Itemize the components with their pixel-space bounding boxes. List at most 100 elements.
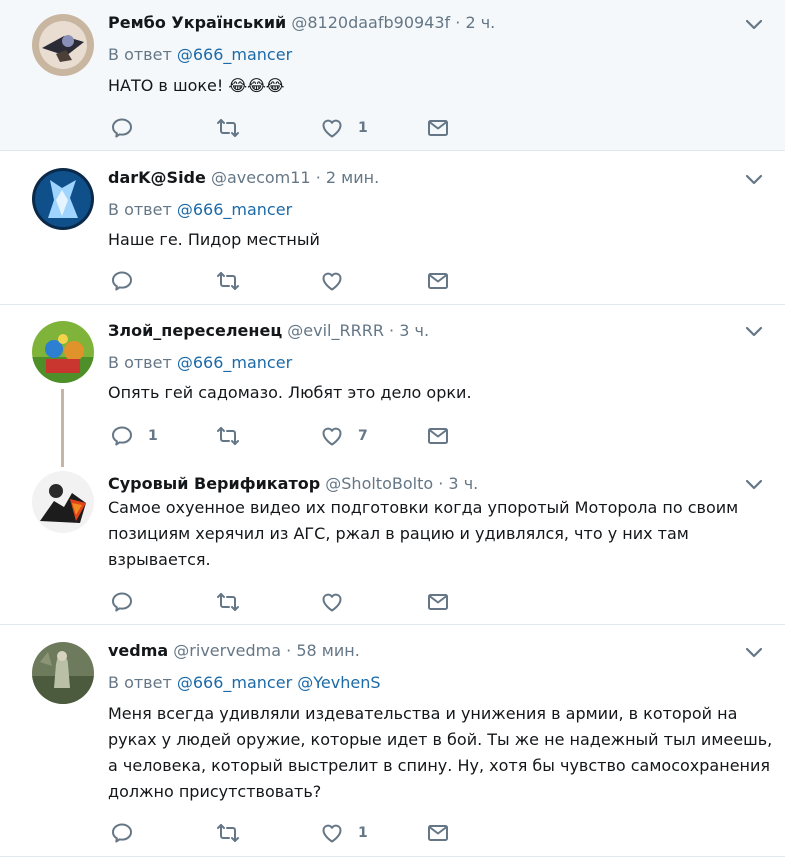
separator: · [389, 321, 395, 340]
tweet[interactable]: vedma @rivervedma · 58 мин. В ответ @666… [0, 626, 785, 857]
timestamp[interactable]: 58 мин. [296, 641, 359, 660]
reply-button[interactable] [110, 821, 134, 845]
like-button[interactable]: 1 [320, 116, 368, 140]
reply-context: В ответ @666_mancer [108, 353, 292, 372]
tweet-text-line: Самое охуенное видео их подготовки когда… [108, 498, 739, 517]
timestamp[interactable]: 2 ч. [465, 13, 495, 32]
display-name[interactable]: Суровый Верификатор [108, 474, 320, 493]
retweet-button[interactable] [216, 821, 240, 845]
reply-prefix: В ответ [108, 353, 172, 372]
reply-button[interactable] [110, 116, 134, 140]
reply-icon [110, 590, 134, 614]
avatar[interactable] [32, 471, 94, 533]
user-handle[interactable]: @avecom11 [211, 168, 311, 187]
thread-connector [61, 389, 64, 467]
dm-icon [426, 116, 450, 140]
tweet-actions: 1 7 [110, 424, 450, 448]
reply-context: В ответ @666_mancer [108, 45, 292, 64]
reply-mention[interactable]: @666_mancer [177, 353, 292, 372]
like-icon [320, 821, 344, 845]
like-button[interactable] [320, 590, 344, 614]
timestamp[interactable]: 2 мин. [326, 168, 379, 187]
dm-icon [426, 269, 450, 293]
tweet-actions [110, 269, 450, 293]
separator: · [438, 474, 444, 493]
dm-button[interactable] [426, 116, 450, 140]
like-count: 7 [358, 428, 368, 444]
separator: · [315, 168, 321, 187]
tweet-header: Суровый Верификатор @SholtoBolto · 3 ч. [108, 474, 478, 493]
separator: · [455, 13, 461, 32]
like-button[interactable]: 1 [320, 821, 368, 845]
reply-mention[interactable]: @666_mancer [177, 673, 292, 692]
display-name[interactable]: vedma [108, 641, 168, 660]
reply-button[interactable] [110, 590, 134, 614]
display-name[interactable]: darK@Side [108, 168, 206, 187]
reply-icon [110, 424, 134, 448]
tweet-header: Злой_переселенец @evil_RRRR · 3 ч. [108, 321, 429, 340]
like-count: 1 [358, 825, 368, 841]
chevron-down-icon[interactable] [745, 647, 763, 659]
reply-icon [110, 821, 134, 845]
reply-prefix: В ответ [108, 200, 172, 219]
reply-icon [110, 116, 134, 140]
retweet-icon [216, 116, 240, 140]
tweet[interactable]: darK@Side @avecom11 · 2 мин. В ответ @66… [0, 152, 785, 305]
user-handle[interactable]: @8120daafb90943f [291, 13, 450, 32]
reply-prefix: В ответ [108, 673, 172, 692]
display-name[interactable]: Злой_переселенец [108, 321, 282, 340]
like-button[interactable]: 7 [320, 424, 368, 448]
dm-button[interactable] [426, 269, 450, 293]
tweet-text: Меня всегда удивляли издевательства и ун… [108, 701, 772, 805]
dm-icon [426, 424, 450, 448]
chevron-down-icon[interactable] [745, 479, 763, 491]
timestamp[interactable]: 3 ч. [399, 321, 429, 340]
tweet[interactable]: Рембо Український @8120daafb90943f · 2 ч… [0, 0, 785, 151]
retweet-button[interactable] [216, 116, 240, 140]
user-handle[interactable]: @rivervedma [173, 641, 281, 660]
timestamp[interactable]: 3 ч. [448, 474, 478, 493]
dm-button[interactable] [426, 821, 450, 845]
avatar[interactable] [32, 321, 94, 383]
user-handle[interactable]: @evil_RRRR [287, 321, 384, 340]
dm-button[interactable] [426, 424, 450, 448]
tweet-text-line: Меня всегда удивляли издевательства и ун… [108, 704, 738, 723]
retweet-button[interactable] [216, 590, 240, 614]
reply-icon [110, 269, 134, 293]
like-count: 1 [358, 120, 368, 136]
retweet-icon [216, 269, 240, 293]
chevron-down-icon[interactable] [745, 326, 763, 338]
reply-button[interactable]: 1 [110, 424, 158, 448]
tweet-text: Опять гей садомазо. Любят это дело орки. [108, 383, 472, 402]
avatar[interactable] [32, 642, 94, 704]
tweet-text-line: позициям херячил из АГС, ржал в рацию и … [108, 524, 689, 543]
reply-context: В ответ @666_mancer @YevhenS [108, 673, 381, 692]
tweet-actions [110, 590, 450, 614]
tweet-text: Наше ге. Пидор местный [108, 230, 320, 249]
reply-mention[interactable]: @666_mancer [177, 45, 292, 64]
conversation-thread: Злой_переселенец @evil_RRRR · 3 ч. В отв… [0, 305, 785, 625]
retweet-icon [216, 590, 240, 614]
reply-button[interactable] [110, 269, 134, 293]
avatar[interactable] [32, 14, 94, 76]
tweet-text-line: взрывается. [108, 550, 211, 569]
like-icon [320, 116, 344, 140]
reply-mention[interactable]: @666_mancer [177, 200, 292, 219]
user-handle[interactable]: @SholtoBolto [325, 474, 433, 493]
like-icon [320, 590, 344, 614]
dm-icon [426, 590, 450, 614]
chevron-down-icon[interactable] [745, 19, 763, 31]
separator: · [286, 641, 292, 660]
like-icon [320, 269, 344, 293]
chevron-down-icon[interactable] [745, 174, 763, 186]
retweet-icon [216, 424, 240, 448]
avatar[interactable] [32, 168, 94, 230]
dm-icon [426, 821, 450, 845]
tweet-header: Рембо Український @8120daafb90943f · 2 ч… [108, 13, 495, 32]
like-button[interactable] [320, 269, 344, 293]
reply-mention[interactable]: @YevhenS [297, 673, 380, 692]
retweet-button[interactable] [216, 424, 240, 448]
retweet-button[interactable] [216, 269, 240, 293]
display-name[interactable]: Рембо Український [108, 13, 286, 32]
dm-button[interactable] [426, 590, 450, 614]
